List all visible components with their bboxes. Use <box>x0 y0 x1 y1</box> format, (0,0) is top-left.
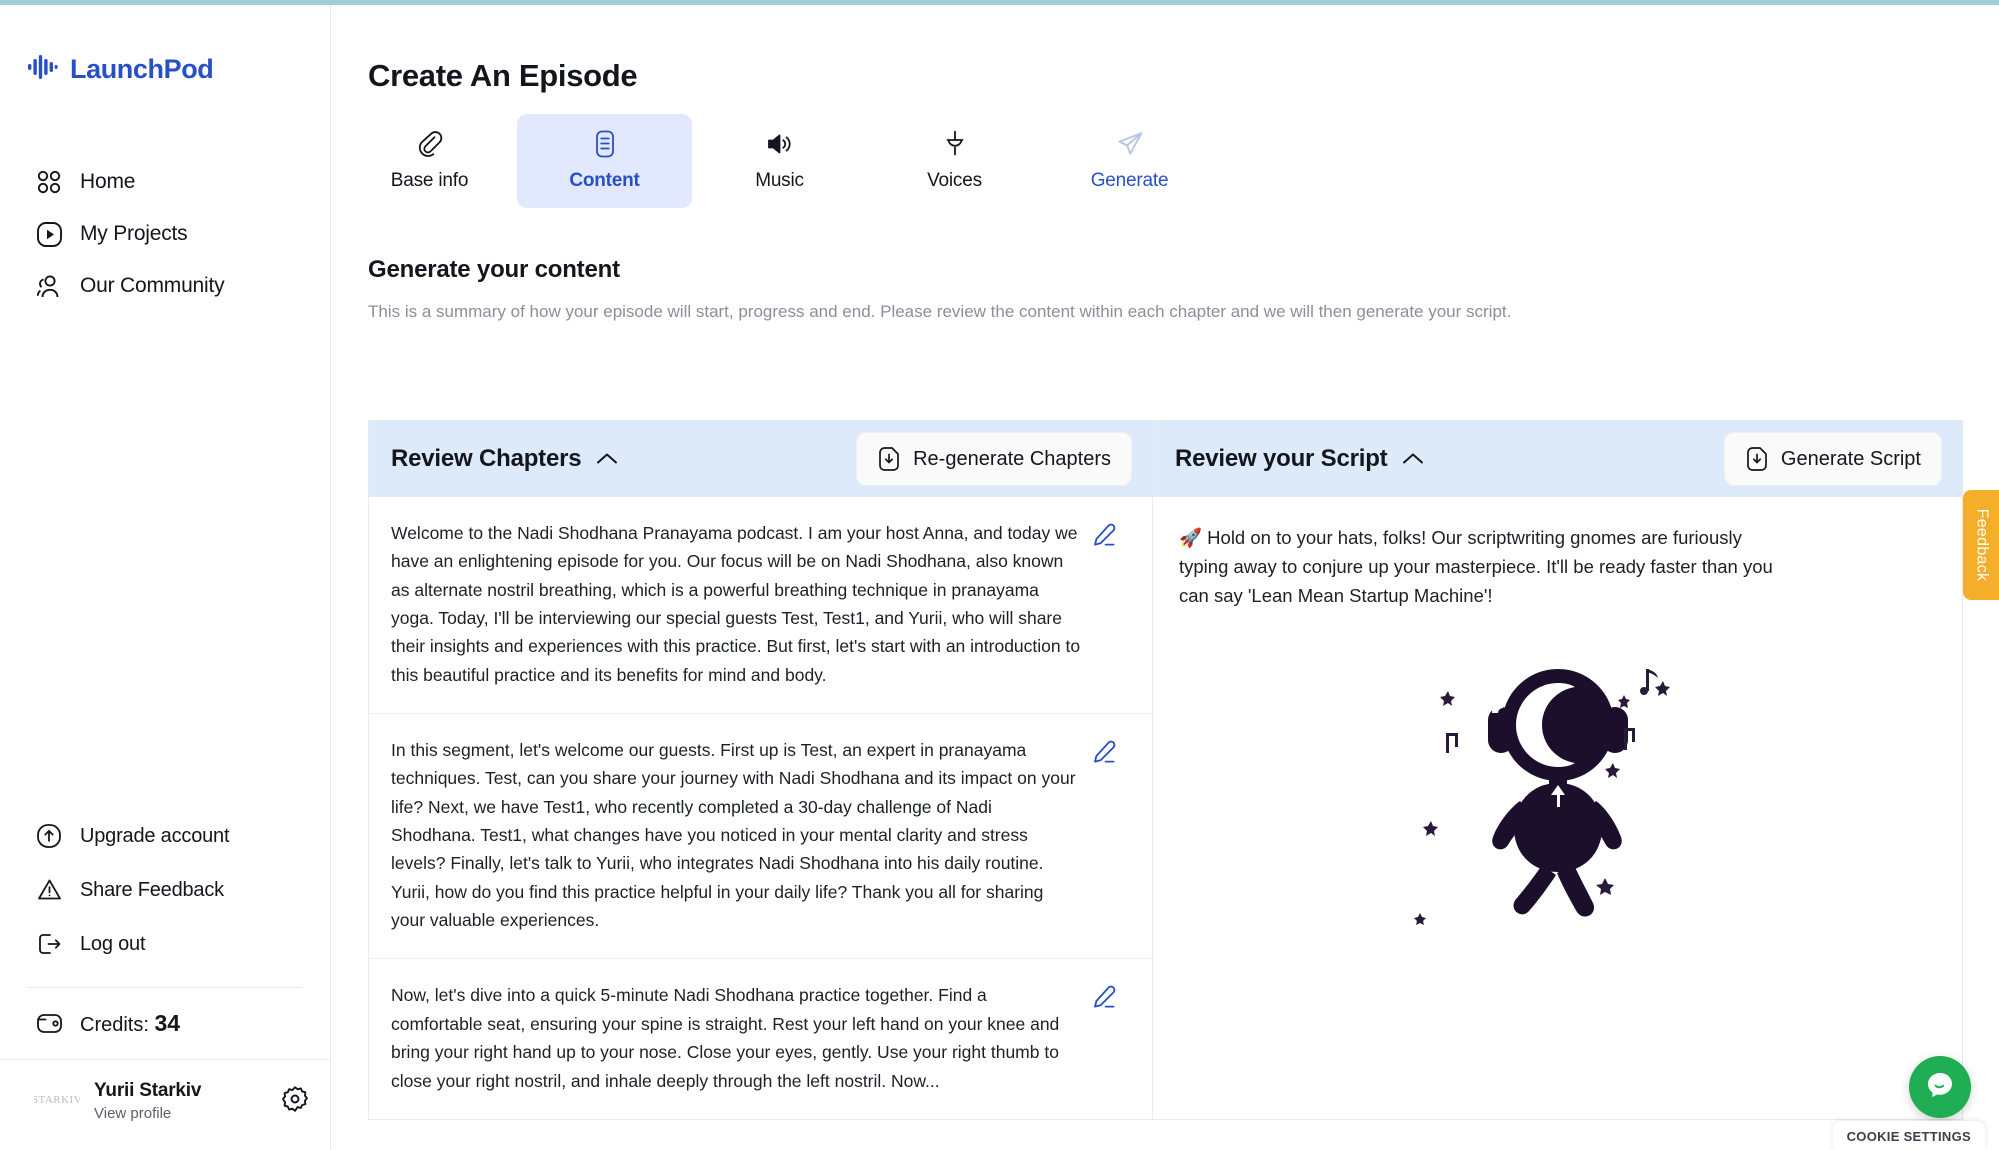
sidebar-item-label: My Projects <box>80 222 188 246</box>
button-label: Generate Script <box>1781 448 1921 471</box>
panel-title: Review Chapters <box>391 445 619 473</box>
feedback-tab-label: Feedback <box>1972 509 1990 582</box>
chat-icon <box>1923 1068 1957 1107</box>
secondary-nav: Upgrade account Share Feedback <box>0 809 330 971</box>
script-status-message: 🚀 Hold on to your hats, folks! Our scrip… <box>1179 523 1779 611</box>
sidebar-spacer <box>0 312 330 809</box>
sidebar-item-label: Home <box>80 170 135 194</box>
sidebar-item-label: Upgrade account <box>80 825 229 848</box>
page-title: Create An Episode <box>368 58 1999 94</box>
cookie-settings-button[interactable]: COOKIE SETTINGS <box>1833 1121 1985 1150</box>
chat-widget-button[interactable] <box>1909 1056 1971 1118</box>
edit-attachment-icon <box>415 128 445 160</box>
app-root: LaunchPod Home My <box>0 0 1999 1150</box>
tab-base-info[interactable]: Base info <box>342 114 517 208</box>
brand[interactable]: LaunchPod <box>28 53 330 86</box>
chapter-item: Welcome to the Nadi Shodhana Pranayama p… <box>369 497 1152 714</box>
tab-voices[interactable]: Voices <box>867 114 1042 208</box>
tab-label: Base info <box>391 170 468 192</box>
tab-label: Content <box>569 170 639 192</box>
chapter-text: Welcome to the Nadi Shodhana Pranayama p… <box>391 519 1081 689</box>
alert-triangle-icon <box>34 875 64 905</box>
sidebar-item-my-projects[interactable]: My Projects <box>0 208 330 260</box>
avatar: STARKIV <box>34 1078 80 1124</box>
panel-title-text: Review your Script <box>1175 445 1387 473</box>
document-lines-icon <box>591 128 619 160</box>
pencil-icon[interactable] <box>1091 739 1117 770</box>
arrow-up-circle-icon <box>34 821 64 851</box>
people-icon <box>34 271 64 301</box>
tab-label: Voices <box>927 170 982 192</box>
panel-title-text: Review Chapters <box>391 445 581 473</box>
script-body: 🚀 Hold on to your hats, folks! Our scrip… <box>1153 497 1962 1025</box>
chapter-item: In this segment, let's welcome our guest… <box>369 714 1152 959</box>
tab-label: Generate <box>1091 170 1169 192</box>
microphone-icon <box>942 128 968 160</box>
review-chapters-panel: Review Chapters <box>368 420 1152 1120</box>
panels-container: Review Chapters <box>368 420 1963 1120</box>
audio-wave-icon <box>28 53 58 86</box>
play-square-icon <box>34 219 64 249</box>
pencil-icon[interactable] <box>1091 984 1117 1015</box>
grid-dots-icon <box>34 167 64 197</box>
logout-icon <box>34 929 64 959</box>
chevron-up-icon[interactable] <box>1401 451 1425 467</box>
profile-name: Yurii Starkiv <box>94 1080 266 1102</box>
sidebar: LaunchPod Home My <box>0 5 331 1150</box>
send-plane-icon <box>1115 128 1145 160</box>
speaker-icon <box>765 128 795 160</box>
chapter-item: Now, let's dive into a quick 5-minute Na… <box>369 959 1152 1118</box>
generate-script-button[interactable]: Generate Script <box>1724 432 1942 486</box>
primary-nav: Home My Projects <box>0 156 330 312</box>
sidebar-item-share-feedback[interactable]: Share Feedback <box>0 863 330 917</box>
main-content: Create An Episode Base info Content <box>332 5 1999 1150</box>
tab-generate[interactable]: Generate <box>1042 114 1217 208</box>
chapter-text: In this segment, let's welcome our guest… <box>391 736 1081 934</box>
tab-label: Music <box>755 170 804 192</box>
brand-name: LaunchPod <box>70 54 213 85</box>
pencil-icon[interactable] <box>1091 522 1117 553</box>
sidebar-item-our-community[interactable]: Our Community <box>0 260 330 312</box>
sidebar-item-label: Log out <box>80 933 145 956</box>
sidebar-item-label: Share Feedback <box>80 879 224 902</box>
profile-row[interactable]: STARKIV Yurii Starkiv View profile <box>0 1060 330 1150</box>
tab-music[interactable]: Music <box>692 114 867 208</box>
sidebar-item-home[interactable]: Home <box>0 156 330 208</box>
chapter-text: Now, let's dive into a quick 5-minute Na… <box>391 981 1081 1094</box>
chevron-up-icon[interactable] <box>595 451 619 467</box>
feedback-tab[interactable]: Feedback <box>1963 490 1999 600</box>
section-title: Generate your content <box>368 256 1999 284</box>
chapter-list: Welcome to the Nadi Shodhana Pranayama p… <box>369 497 1152 1119</box>
sidebar-item-log-out[interactable]: Log out <box>0 917 330 971</box>
view-profile-link[interactable]: View profile <box>94 1105 266 1122</box>
download-file-icon <box>877 446 901 472</box>
credits-row[interactable]: Credits: 34 <box>0 988 330 1059</box>
sidebar-item-upgrade-account[interactable]: Upgrade account <box>0 809 330 863</box>
astronaut-with-headphones-illustration <box>1179 633 1936 933</box>
review-script-panel: Review your Script <box>1152 420 1963 1120</box>
panel-header: Review Chapters <box>369 421 1152 497</box>
button-label: Re-generate Chapters <box>913 448 1111 471</box>
panel-title: Review your Script <box>1175 445 1425 473</box>
panel-header: Review your Script <box>1153 421 1962 497</box>
tab-content[interactable]: Content <box>517 114 692 208</box>
profile-meta: Yurii Starkiv View profile <box>94 1080 266 1122</box>
gear-icon[interactable] <box>280 1084 310 1119</box>
section-subtitle: This is a summary of how your episode wi… <box>368 302 1999 322</box>
sidebar-item-label: Our Community <box>80 274 224 298</box>
credits-label: Credits: 34 <box>80 1010 180 1037</box>
step-tabs: Base info Content <box>342 114 1999 208</box>
download-file-icon <box>1745 446 1769 472</box>
credits-value: 34 <box>154 1010 180 1036</box>
wallet-icon <box>34 1012 64 1035</box>
regenerate-chapters-button[interactable]: Re-generate Chapters <box>856 432 1132 486</box>
